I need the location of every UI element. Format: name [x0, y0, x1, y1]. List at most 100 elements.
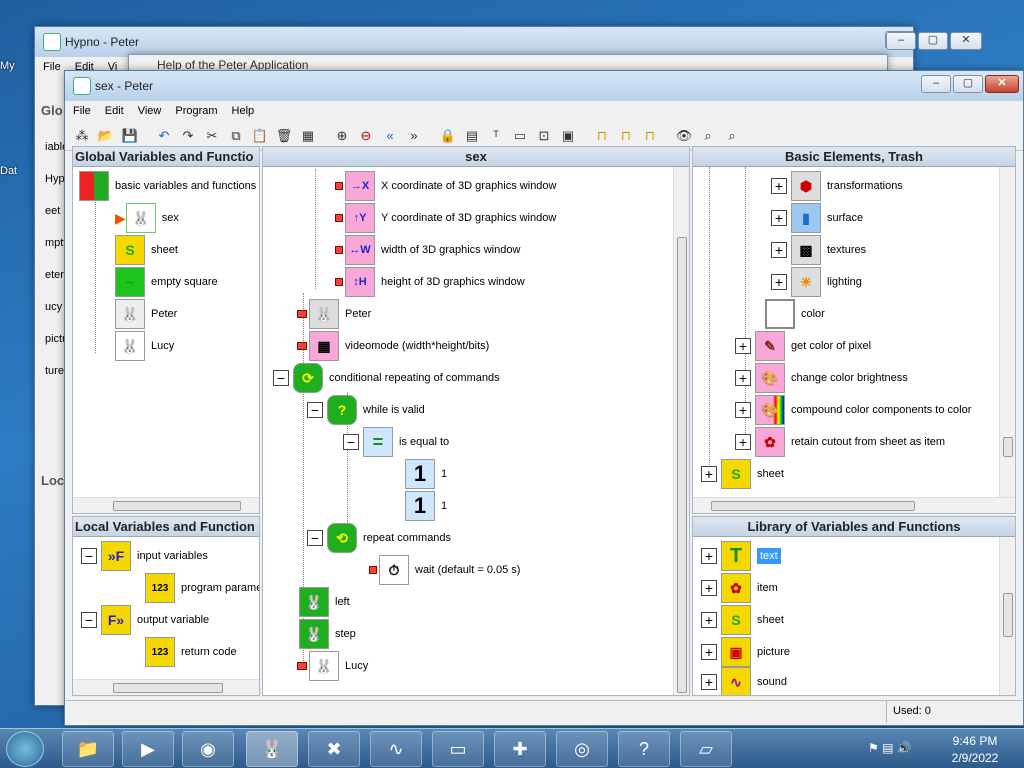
back-menu-file[interactable]: File [43, 61, 61, 73]
prog-item-left[interactable]: 🐰 left [299, 587, 350, 617]
expand-icon[interactable]: + [735, 370, 751, 386]
find-prev-icon[interactable]: ⌕ [721, 125, 743, 147]
expand-icon[interactable]: + [701, 466, 717, 482]
collapse-icon[interactable]: − [81, 548, 97, 564]
basic-item-surface[interactable]: + ▮ surface [771, 203, 863, 233]
expand-icon[interactable]: + [701, 644, 717, 660]
lib-item-picture[interactable]: + ▣ picture [701, 637, 790, 667]
prog-item-step[interactable]: 🐰 step [299, 619, 356, 649]
basic-item-compound[interactable]: + 🎨 compound color components to color [735, 395, 971, 425]
taskbar-chrome-icon[interactable]: ◉ [182, 731, 234, 767]
tree-item-sex[interactable]: ▶ 🐰 sex [115, 203, 179, 233]
menu-view[interactable]: View [138, 105, 162, 117]
lib-item-item[interactable]: + ✿ item [701, 573, 778, 603]
minimize-button[interactable]: – [921, 75, 951, 93]
delete-icon[interactable]: 🗑 [273, 125, 295, 147]
close-button[interactable]: ✕ [985, 75, 1019, 93]
start-icon[interactable]: ⁂ [71, 125, 93, 147]
basic-vscroll[interactable] [999, 167, 1015, 497]
taskbar-explorer-icon[interactable]: 📁 [62, 731, 114, 767]
zoom-out-icon[interactable]: ⊖ [355, 125, 377, 147]
program-vscroll[interactable] [673, 167, 689, 695]
lib-item-sheet[interactable]: + Ssheet [701, 605, 784, 635]
tree-item-lucy[interactable]: 🐰 Lucy [115, 331, 174, 361]
prog-item-one-a[interactable]: 11 [405, 459, 447, 489]
maximize-button[interactable]: ▢ [953, 75, 983, 93]
menu-file[interactable]: File [73, 105, 91, 117]
lib-item-text[interactable]: + Ttext [701, 541, 781, 571]
expand-icon[interactable]: + [735, 434, 751, 450]
back-window-titlebar[interactable]: Hypno - Peter – [35, 27, 915, 57]
undo-icon[interactable]: ↶ [153, 125, 175, 147]
dim-icon[interactable]: ▣ [557, 125, 579, 147]
main-window-titlebar[interactable]: sex - Peter – ▢ ✕ [65, 71, 1023, 101]
cut-icon[interactable]: ✂ [201, 125, 223, 147]
basic-item-get-color[interactable]: + ✎ get color of pixel [735, 331, 871, 361]
tree-item-program-param[interactable]: 123 program parame [145, 573, 259, 603]
expand-icon[interactable]: + [735, 402, 751, 418]
collapse-icon[interactable]: − [343, 434, 359, 450]
menu-help[interactable]: Help [232, 105, 255, 117]
clock-date[interactable]: 2/9/2022 [940, 751, 1010, 765]
edit-icon[interactable]: ▤ [461, 125, 483, 147]
prog-item-videomode[interactable]: ▦ videomode (width*height/bits) [297, 331, 489, 361]
collapse-icon[interactable]: − [273, 370, 289, 386]
prog-item-is-equal[interactable]: − = is equal to [343, 427, 449, 457]
back-max-button[interactable]: ▢ [918, 32, 948, 50]
expand-icon[interactable]: + [701, 580, 717, 596]
prog-item-width[interactable]: ↔W width of 3D graphics window [335, 235, 520, 265]
redo-icon[interactable]: ↷ [177, 125, 199, 147]
tree-item-input-variables[interactable]: − »F input variables [81, 541, 208, 571]
menu-program[interactable]: Program [175, 105, 217, 117]
clock-time[interactable]: 9:46 PM [940, 734, 1010, 748]
taskbar-tools-icon[interactable]: ✖ [308, 731, 360, 767]
basic-item-color[interactable]: color [765, 299, 825, 329]
lock-icon[interactable]: 🔒 [437, 125, 459, 147]
taskbar-film-icon[interactable]: ◎ [556, 731, 608, 767]
prog-item-while-valid[interactable]: −? while is valid [307, 395, 425, 425]
zoom-in-icon[interactable]: ⊕ [331, 125, 353, 147]
basic-item-transformations[interactable]: + ⬢ transformations [771, 171, 903, 201]
basic-item-textures[interactable]: + ▩ textures [771, 235, 866, 265]
tree-item-return-code[interactable]: 123 return code [145, 637, 237, 667]
expand-icon[interactable]: + [771, 178, 787, 194]
basic-item-cutout[interactable]: + ✿ retain cutout from sheet as item [735, 427, 945, 457]
tree-item-empty-square[interactable]: ~ empty square [115, 267, 218, 297]
taskbar-grid-icon[interactable]: ✚ [494, 731, 546, 767]
prog-item-conditional-repeat[interactable]: − ⟳ conditional repeating of commands [273, 363, 500, 393]
start-button[interactable] [6, 731, 44, 767]
paste-icon[interactable]: 📋 [249, 125, 271, 147]
library-vscroll[interactable] [999, 537, 1015, 695]
global-hscroll[interactable] [73, 497, 259, 513]
prog-item-height[interactable]: ↕H height of 3D graphics window [335, 267, 525, 297]
lib-item-sound[interactable]: + ∿ sound [701, 667, 787, 695]
expand-icon[interactable]: + [701, 548, 717, 564]
find-icon[interactable]: 👁 [673, 125, 695, 147]
back-min-button[interactable]: – [886, 32, 916, 50]
lock-yellow2-icon[interactable]: ⊓ [639, 125, 661, 147]
menu-edit[interactable]: Edit [105, 105, 124, 117]
collapse-icon[interactable]: − [307, 402, 323, 418]
prog-item-peter[interactable]: 🐰 Peter [297, 299, 371, 329]
back-icon[interactable]: « [379, 125, 401, 147]
find-next-icon[interactable]: ⌕ [697, 125, 719, 147]
expand-icon[interactable]: + [701, 674, 717, 690]
expand-icon[interactable]: + [735, 338, 751, 354]
cut-lock-icon[interactable]: ⊓ [591, 125, 613, 147]
forward-icon[interactable]: » [403, 125, 425, 147]
tree-item-basic[interactable]: basic variables and functions [79, 171, 256, 201]
basic-hscroll[interactable] [693, 497, 1015, 513]
taskbar-help-icon[interactable]: ? [618, 731, 670, 767]
taskbar-wave-icon[interactable]: ∿ [370, 731, 422, 767]
taskbar-media-icon[interactable]: ▶ [122, 731, 174, 767]
lock-yellow-icon[interactable]: ⊓ [615, 125, 637, 147]
refill-icon[interactable]: ⊡ [533, 125, 555, 147]
prog-item-wait[interactable]: ⏱ wait (default = 0.05 s) [369, 555, 520, 585]
expand-icon[interactable]: + [771, 242, 787, 258]
prog-item-x-coord[interactable]: →X X coordinate of 3D graphics window [335, 171, 556, 201]
expand-icon[interactable]: + [701, 612, 717, 628]
open-icon[interactable]: 📂 [95, 125, 117, 147]
expand-icon[interactable]: + [771, 210, 787, 226]
save-icon[interactable]: 💾 [119, 125, 141, 147]
text-icon[interactable]: ᵀ [485, 125, 507, 147]
